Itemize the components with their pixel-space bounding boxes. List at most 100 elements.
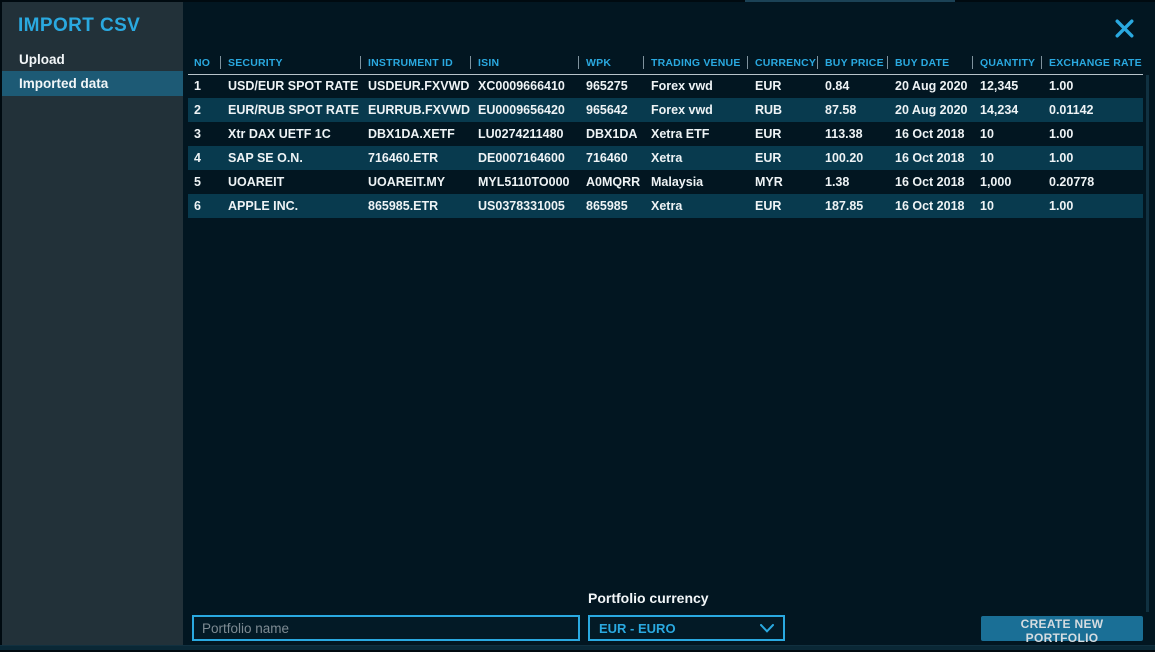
table-row: 2EUR/RUB SPOT RATEEURRUB.FXVWDEU00096564… (188, 98, 1143, 122)
table-row: 4SAP SE O.N.716460.ETRDE0007164600716460… (188, 146, 1143, 170)
imported-data-panel: NOSECURITYINSTRUMENT IDISINWPKTRADING VE… (183, 2, 1155, 645)
create-new-portfolio-button[interactable]: CREATE NEW PORTFOLIO (981, 616, 1143, 641)
table-cell: 3 (188, 122, 220, 146)
column-header: EXCHANGE RATE (1041, 52, 1143, 74)
scrollbar-track[interactable] (1146, 75, 1149, 612)
table-cell: 1.00 (1041, 146, 1143, 170)
table-cell: EUR (747, 74, 817, 98)
table-cell: 16 Oct 2018 (887, 170, 972, 194)
table-cell: LU0274211480 (470, 122, 578, 146)
table-cell: MYR (747, 170, 817, 194)
table-cell: DE0007164600 (470, 146, 578, 170)
sidebar-item-upload[interactable]: Upload (2, 48, 183, 71)
table-cell: 0.01142 (1041, 98, 1143, 122)
table-cell: USD/EUR SPOT RATE (220, 74, 360, 98)
table-cell: USDEUR.FXVWD (360, 74, 470, 98)
table-cell: US0378331005 (470, 194, 578, 218)
table-cell: RUB (747, 98, 817, 122)
table-cell: DBX1DA.XETF (360, 122, 470, 146)
background-window-edge (745, 0, 955, 2)
table-cell: EUR (747, 122, 817, 146)
table-cell: 10 (972, 122, 1041, 146)
table-cell: 16 Oct 2018 (887, 122, 972, 146)
table-cell: Forex vwd (643, 98, 747, 122)
table-row: 5UOAREITUOAREIT.MYMYL5110TO000A0MQRRMala… (188, 170, 1143, 194)
dialog-title: IMPORT CSV (2, 2, 183, 37)
table-cell: SAP SE O.N. (220, 146, 360, 170)
table-cell: EU0009656420 (470, 98, 578, 122)
table-cell: APPLE INC. (220, 194, 360, 218)
table-cell: Xtr DAX UETF 1C (220, 122, 360, 146)
table-cell: 5 (188, 170, 220, 194)
table-cell: 1.38 (817, 170, 887, 194)
table-row: 1USD/EUR SPOT RATEUSDEUR.FXVWDXC00096664… (188, 74, 1143, 98)
column-header: TRADING VENUE (643, 52, 747, 74)
table-cell: 865985 (578, 194, 643, 218)
sidebar-nav: Upload Imported data (2, 48, 183, 96)
column-header: ISIN (470, 52, 578, 74)
table-cell: 16 Oct 2018 (887, 194, 972, 218)
column-header: NO (188, 52, 220, 74)
table-cell: 865985.ETR (360, 194, 470, 218)
selected-currency-value: EUR - EURO (599, 621, 676, 636)
table-cell: 965642 (578, 98, 643, 122)
portfolio-currency-label: Portfolio currency (588, 590, 709, 606)
table-cell: 87.58 (817, 98, 887, 122)
table-cell: 965275 (578, 74, 643, 98)
window-bottom-edge (0, 645, 1155, 652)
table-cell: 716460 (578, 146, 643, 170)
table-cell: 0.84 (817, 74, 887, 98)
sidebar-item-imported-data[interactable]: Imported data (2, 71, 183, 96)
table-row: 6APPLE INC.865985.ETRUS0378331005865985X… (188, 194, 1143, 218)
chevron-down-icon (760, 624, 774, 633)
table-cell: 1.00 (1041, 122, 1143, 146)
portfolio-name-input[interactable] (192, 615, 580, 641)
table-cell: 1,000 (972, 170, 1041, 194)
table-cell: XC0009666410 (470, 74, 578, 98)
table-cell: 1.00 (1041, 194, 1143, 218)
column-header: WPK (578, 52, 643, 74)
table-cell: 187.85 (817, 194, 887, 218)
table-cell: 14,234 (972, 98, 1041, 122)
table-cell: 10 (972, 194, 1041, 218)
table-cell: Malaysia (643, 170, 747, 194)
table-cell: Xetra ETF (643, 122, 747, 146)
column-header: QUANTITY (972, 52, 1041, 74)
table-cell: 113.38 (817, 122, 887, 146)
table-cell: EUR/RUB SPOT RATE (220, 98, 360, 122)
table-cell: 100.20 (817, 146, 887, 170)
table-cell: UOAREIT.MY (360, 170, 470, 194)
sidebar: IMPORT CSV Upload Imported data (2, 2, 183, 645)
table-cell: EUR (747, 146, 817, 170)
table-cell: 4 (188, 146, 220, 170)
table-cell: 2 (188, 98, 220, 122)
table-cell: A0MQRR (578, 170, 643, 194)
table-cell: 16 Oct 2018 (887, 146, 972, 170)
close-button[interactable] (1111, 15, 1137, 41)
table-cell: DBX1DA (578, 122, 643, 146)
close-icon (1114, 18, 1135, 39)
table-header-row: NOSECURITYINSTRUMENT IDISINWPKTRADING VE… (188, 52, 1143, 74)
table-cell: MYL5110TO000 (470, 170, 578, 194)
portfolio-currency-select[interactable]: EUR - EURO (588, 615, 785, 641)
table-cell: 0.20778 (1041, 170, 1143, 194)
table-cell: 6 (188, 194, 220, 218)
column-header: BUY DATE (887, 52, 972, 74)
table-row: 3Xtr DAX UETF 1CDBX1DA.XETFLU0274211480D… (188, 122, 1143, 146)
import-csv-dialog: IMPORT CSV Upload Imported data NOSECURI… (0, 0, 1155, 652)
table-cell: 12,345 (972, 74, 1041, 98)
table-cell: Xetra (643, 194, 747, 218)
table-cell: 1 (188, 74, 220, 98)
table-cell: 20 Aug 2020 (887, 98, 972, 122)
imported-data-table: NOSECURITYINSTRUMENT IDISINWPKTRADING VE… (188, 52, 1143, 218)
column-header: CURRENCY (747, 52, 817, 74)
column-header: BUY PRICE (817, 52, 887, 74)
column-header: INSTRUMENT ID (360, 52, 470, 74)
table-cell: EURRUB.FXVWD (360, 98, 470, 122)
table-cell: 716460.ETR (360, 146, 470, 170)
table-cell: EUR (747, 194, 817, 218)
table-cell: Forex vwd (643, 74, 747, 98)
table-cell: 10 (972, 146, 1041, 170)
table-cell: Xetra (643, 146, 747, 170)
column-header: SECURITY (220, 52, 360, 74)
